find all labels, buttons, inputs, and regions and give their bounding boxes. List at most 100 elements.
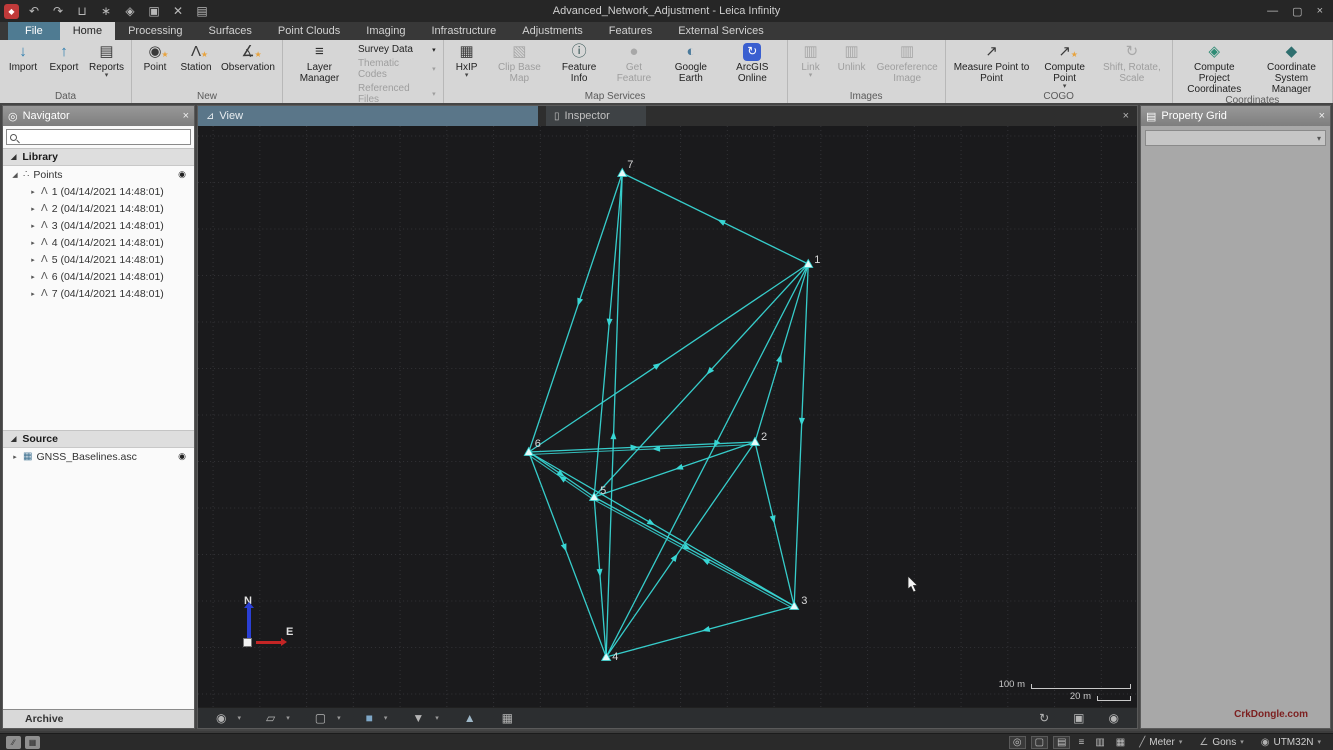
library-section-header[interactable]: ◢ Library [3, 148, 194, 166]
tree-item-point[interactable]: ▸ Λ 5 (04/14/2021 14:48:01) [3, 251, 194, 268]
ribbon-button-export[interactable]: ↑ Export [44, 41, 84, 73]
tools-icon[interactable]: ✕ [169, 3, 187, 19]
collapse-triangle-icon[interactable]: ◢ [11, 435, 16, 443]
refresh-icon[interactable]: ∗ [97, 3, 115, 19]
visibility-eye-icon[interactable]: ◉ [178, 169, 186, 180]
tree-item-point[interactable]: ▸ Λ 7 (04/14/2021 14:48:01) [3, 285, 194, 302]
archive-bar[interactable]: Archive [3, 709, 194, 728]
visibility-eye-icon[interactable]: ◉ [178, 451, 186, 462]
network-node[interactable] [803, 258, 814, 268]
ribbon-button-observation[interactable]: ∡ ★ Observation [217, 41, 279, 73]
snapshot-icon[interactable]: ▦ [25, 735, 40, 749]
grid-toggle-icon[interactable]: ▦ [498, 711, 517, 725]
property-grid-combobox[interactable]: ▾ [1145, 130, 1326, 146]
restore-button[interactable]: ▢ [1292, 5, 1302, 18]
ribbon-tab-features[interactable]: Features [596, 22, 665, 40]
tree-item-point[interactable]: ▸ Λ 2 (04/14/2021 14:48:01) [3, 200, 194, 217]
app-logo-icon[interactable]: ◆ [4, 3, 19, 19]
render-mode-icon[interactable]: ◉ [212, 711, 230, 725]
ribbon-menu-survey-data[interactable]: Survey Data ▾ [356, 44, 438, 55]
inspector-toggle-icon[interactable]: ▢ [1030, 735, 1049, 749]
send-icon[interactable]: ◈ [121, 3, 139, 19]
sketch-icon[interactable]: ∕∕ [6, 735, 21, 749]
chevron-down-icon[interactable]: ▾ [283, 714, 293, 722]
ribbon-button-hxip[interactable]: ▦ HxIP ▾ [447, 41, 487, 79]
ribbon-tab-home[interactable]: Home [59, 22, 116, 40]
tree-item-point[interactable]: ▸ Λ 6 (04/14/2021 14:48:01) [3, 268, 194, 285]
ribbon-button-import[interactable]: ↓ Import [3, 41, 43, 73]
minimize-button[interactable]: — [1267, 5, 1278, 18]
chevron-down-icon[interactable]: ▾ [334, 714, 344, 722]
collapse-triangle-icon[interactable]: ◢ [11, 153, 16, 161]
search-input[interactable] [20, 130, 187, 144]
property-grid-toggle-icon[interactable]: ▤ [1053, 735, 1071, 749]
ribbon-button-feature-info[interactable]: ⓘ Feature Info [552, 41, 606, 84]
expand-arrow-icon[interactable]: ▸ [29, 188, 37, 196]
property-grid-close-icon[interactable]: × [1319, 110, 1325, 122]
ribbon-button-reports[interactable]: ▤ Reports ▾ [85, 41, 128, 79]
ribbon-tab-imaging[interactable]: Imaging [353, 22, 418, 40]
distance-unit-dropdown[interactable]: ╱ Meter ▾ [1133, 737, 1188, 748]
angle-unit-dropdown[interactable]: ∠ Gons ▾ [1193, 737, 1249, 748]
navigator-close-icon[interactable]: × [183, 110, 189, 122]
chevron-down-icon[interactable]: ▾ [381, 714, 391, 722]
network-node[interactable] [788, 600, 800, 610]
delete-icon[interactable]: ⊔ [73, 3, 91, 19]
expand-arrow-icon[interactable]: ▸ [29, 205, 37, 213]
network-node[interactable] [617, 167, 628, 177]
ribbon-button-layer-manager[interactable]: ≡ Layer Manager [286, 41, 353, 84]
wireframe-cube-icon[interactable]: ▢ [311, 711, 330, 725]
ribbon-tab-point-clouds[interactable]: Point Clouds [265, 22, 353, 40]
chevron-down-icon[interactable]: ▾ [432, 714, 442, 722]
rotate-view-icon[interactable]: ↻ [1035, 711, 1053, 725]
filter-icon[interactable]: ▼ [408, 711, 428, 725]
prism-icon[interactable]: ▱ [262, 711, 279, 725]
ribbon-tab-external-services[interactable]: External Services [665, 22, 777, 40]
ribbon-button-measure-point-to-point[interactable]: ↗ Measure Point to Point [949, 41, 1035, 84]
document-tab-view[interactable]: ⊿ View [198, 106, 538, 126]
media-toggle-icon[interactable]: ▦ [1113, 737, 1128, 748]
expand-arrow-icon[interactable]: ▸ [29, 290, 37, 298]
tree-item-points[interactable]: ◢ ∴ Points ◉ [3, 166, 194, 183]
archive-box-icon[interactable]: ▣ [145, 3, 163, 19]
layers-toggle-icon[interactable]: ≡ [1075, 737, 1087, 748]
expand-arrow-icon[interactable]: ◢ [11, 171, 19, 179]
document-tab-inspector[interactable]: ▯ Inspector [546, 106, 646, 126]
tree-item-point[interactable]: ▸ Λ 3 (04/14/2021 14:48:01) [3, 217, 194, 234]
tree-item-source-file[interactable]: ▸ ▦ GNSS_Baselines.asc ◉ [3, 448, 194, 465]
ribbon-button-compute-point[interactable]: ↗ ★ Compute Point ▾ [1035, 41, 1094, 90]
ribbon-button-station[interactable]: Λ ★ Station [176, 41, 216, 73]
undo-icon[interactable]: ↶ [25, 3, 43, 19]
ribbon-tab-adjustments[interactable]: Adjustments [509, 22, 596, 40]
tree-item-point[interactable]: ▸ Λ 4 (04/14/2021 14:48:01) [3, 234, 194, 251]
ribbon-tab-infrastructure[interactable]: Infrastructure [418, 22, 509, 40]
zoom-extents-icon[interactable]: ▣ [1069, 711, 1088, 725]
solid-cube-icon[interactable]: ■ [362, 711, 377, 725]
ribbon-tab-processing[interactable]: Processing [115, 22, 195, 40]
ribbon-button-coordinate-system-manager[interactable]: ◆ Coordinate System Manager [1254, 41, 1329, 95]
globe-view-icon[interactable]: ◉ [1105, 711, 1123, 725]
expand-arrow-icon[interactable]: ▸ [29, 273, 37, 281]
search-box[interactable] [6, 129, 191, 145]
ribbon-button-point[interactable]: ◉ ★ Point [135, 41, 175, 73]
map-canvas[interactable]: 7 1 2 6 5 3 4 N E 100 m 20 m [198, 126, 1137, 707]
terrain-icon[interactable]: ▲ [460, 711, 480, 725]
expand-arrow-icon[interactable]: ▸ [29, 256, 37, 264]
close-button[interactable]: × [1317, 5, 1323, 18]
coordinate-system-dropdown[interactable]: ◉ UTM32N ▾ [1255, 737, 1327, 748]
navigator-toggle-icon[interactable]: ◎ [1008, 735, 1026, 749]
ribbon-button-compute-project-coordinates[interactable]: ◈ Compute Project Coordinates [1176, 41, 1253, 95]
ribbon-tab-file[interactable]: File [8, 22, 60, 40]
source-section-header[interactable]: ◢ Source [3, 430, 194, 449]
expand-arrow-icon[interactable]: ▸ [11, 453, 19, 461]
ribbon-tab-surfaces[interactable]: Surfaces [196, 22, 265, 40]
ribbon-button-arcgis-online[interactable]: ↻ ArcGIS Online [721, 41, 784, 84]
expand-arrow-icon[interactable]: ▸ [29, 239, 37, 247]
tree-item-point[interactable]: ▸ Λ 1 (04/14/2021 14:48:01) [3, 183, 194, 200]
expand-arrow-icon[interactable]: ▸ [29, 222, 37, 230]
ruler-toggle-icon[interactable]: ▥ [1092, 737, 1107, 748]
chevron-down-icon[interactable]: ▾ [234, 714, 244, 722]
layout-icon[interactable]: ▤ [193, 3, 211, 19]
ribbon-button-google-earth[interactable]: ◐ Google Earth [662, 41, 720, 84]
document-tab-close-icon[interactable]: × [1115, 110, 1137, 122]
